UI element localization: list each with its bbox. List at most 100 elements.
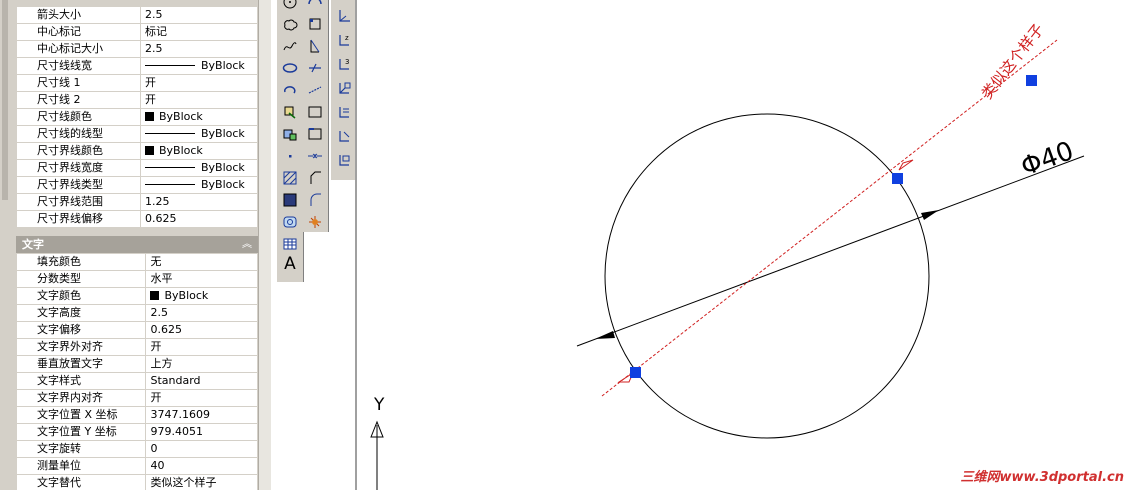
property-row[interactable]: 文字样式 Standard [15,372,258,390]
extend-icon[interactable] [305,80,325,100]
property-value[interactable]: 开 [145,389,258,407]
break-icon[interactable] [305,102,325,122]
property-value[interactable]: 上方 [145,355,258,373]
property-value[interactable]: 979.4051 [145,423,258,441]
fillet-icon[interactable] [305,36,325,56]
property-value[interactable]: 1.25 [139,193,259,211]
chamfer-icon[interactable] [305,168,325,188]
property-value[interactable]: ByBlock [139,125,259,143]
property-value[interactable]: ByBlock [139,176,259,194]
dim-aligned-icon[interactable] [334,102,354,122]
property-value[interactable]: 标记 [139,23,259,41]
ucs-z-icon[interactable]: z [334,30,354,50]
property-row[interactable]: 尺寸界线类型 ByBlock [16,176,259,194]
property-value[interactable]: 开 [145,338,258,356]
property-row[interactable]: 文字界外对齐开 [15,338,258,356]
ellipse-arc-icon[interactable] [280,80,300,100]
grip-point[interactable] [630,367,641,378]
property-value[interactable]: 3747.1609 [145,406,258,424]
property-value[interactable]: ByBlock [139,57,259,75]
property-value[interactable]: 2.5 [139,6,259,24]
property-value[interactable]: 2.5 [139,40,259,58]
property-row[interactable]: 文字高度 2.5 [15,304,258,322]
break-at-point-icon[interactable] [305,124,325,144]
property-row[interactable]: 文字颜色 ByBlock [15,287,258,305]
grip-point[interactable] [1026,75,1037,86]
rectangle-icon[interactable] [305,14,325,34]
palette-gutter [0,0,16,490]
property-row[interactable]: 填充颜色无 [15,253,258,271]
trim-icon[interactable] [305,58,325,78]
property-value[interactable]: 0 [145,440,258,458]
property-row[interactable]: 尺寸线线宽 ByBlock [16,57,259,75]
make-block-icon[interactable] [280,124,300,144]
ucs-icon[interactable] [334,6,354,26]
dim-linear-icon[interactable] [334,78,354,98]
table-icon[interactable] [280,234,300,254]
property-row[interactable]: 尺寸线颜色 ByBlock [16,108,259,126]
property-row[interactable]: 中心标记大小 2.5 [16,40,259,58]
property-row[interactable]: 文字界内对齐开 [15,389,258,407]
property-value-text: ByBlock [200,127,245,140]
point-icon[interactable] [280,146,300,166]
property-row[interactable]: 尺寸界线宽度 ByBlock [16,159,259,177]
palette-scrollbar[interactable] [258,0,271,490]
property-row[interactable]: 尺寸线 2开 [16,91,259,109]
property-row[interactable]: 尺寸线 1开 [16,74,259,92]
property-label: 文字旋转 [15,440,147,458]
hatch-icon[interactable] [280,168,300,188]
property-row[interactable]: 中心标记 标记 [16,23,259,41]
drawn-circle[interactable] [604,113,930,439]
property-row[interactable]: 文字位置 X 坐标 3747.1609 [15,406,258,424]
property-row[interactable]: 尺寸界线颜色 ByBlock [16,142,259,160]
property-row[interactable]: 文字位置 Y 坐标 979.4051 [15,423,258,441]
property-label: 尺寸线的线型 [16,125,141,143]
explode-icon[interactable] [305,212,325,232]
ucs-3point-icon[interactable]: 3 [334,54,354,74]
ucs-y-label: Y [373,395,385,415]
property-row[interactable]: 尺寸界线范围 1.25 [16,193,259,211]
property-value[interactable]: 2.5 [145,304,258,322]
property-value[interactable]: 无 [145,253,258,271]
property-row[interactable]: 文字替代 类似这个样子 [15,474,258,490]
dim-ordinate-icon[interactable] [334,126,354,146]
section-header-text[interactable]: 文字 ︽ [16,236,258,253]
region-icon[interactable] [280,212,300,232]
ellipse-icon[interactable] [280,58,300,78]
blend-icon[interactable] [305,190,325,210]
circle-arc-icon[interactable] [305,0,325,12]
grip-point[interactable] [892,173,903,184]
property-value[interactable]: ByBlock [139,108,259,126]
property-value[interactable]: ByBlock [139,142,259,160]
property-value[interactable]: 40 [145,457,258,475]
circle-icon[interactable] [280,0,300,12]
property-row[interactable]: 分数类型 水平 [15,270,258,288]
property-value[interactable]: Standard [145,372,258,390]
collapse-icon[interactable]: ︽ [242,236,252,253]
property-value[interactable]: ByBlock [139,159,259,177]
property-row[interactable]: 尺寸界线偏移 0.625 [16,210,259,228]
property-value[interactable]: 开 [139,91,259,109]
property-row[interactable]: 文字偏移 0.625 [15,321,258,339]
join-icon[interactable] [305,146,325,166]
insert-block-icon[interactable] [280,102,300,122]
property-row[interactable]: 测量单位 40 [15,457,258,475]
multiline-text-icon[interactable]: A [280,254,300,274]
revision-cloud-icon[interactable] [280,14,300,34]
property-value[interactable]: ByBlock [145,287,258,305]
diameter-dimension[interactable]: Φ40 [576,136,1085,347]
property-row[interactable]: 文字旋转 0 [15,440,258,458]
property-row[interactable]: 垂直放置文字 上方 [15,355,258,373]
property-value[interactable]: 开 [139,74,259,92]
property-row[interactable]: 箭头大小 2.5 [16,6,259,24]
property-value[interactable]: 0.625 [145,321,258,339]
dim-radius-icon[interactable] [334,150,354,170]
spline-icon[interactable] [280,36,300,56]
property-value[interactable]: 0.625 [139,210,259,228]
property-value-text: 0 [150,442,158,455]
property-value[interactable]: 水平 [145,270,258,288]
gradient-icon[interactable] [280,190,300,210]
property-value[interactable]: 类似这个样子 [145,474,258,490]
drawing-canvas[interactable]: Y Φ40 类似这个样子 三维网www.3dportal.cn [357,0,1142,490]
property-row[interactable]: 尺寸线的线型 ByBlock [16,125,259,143]
